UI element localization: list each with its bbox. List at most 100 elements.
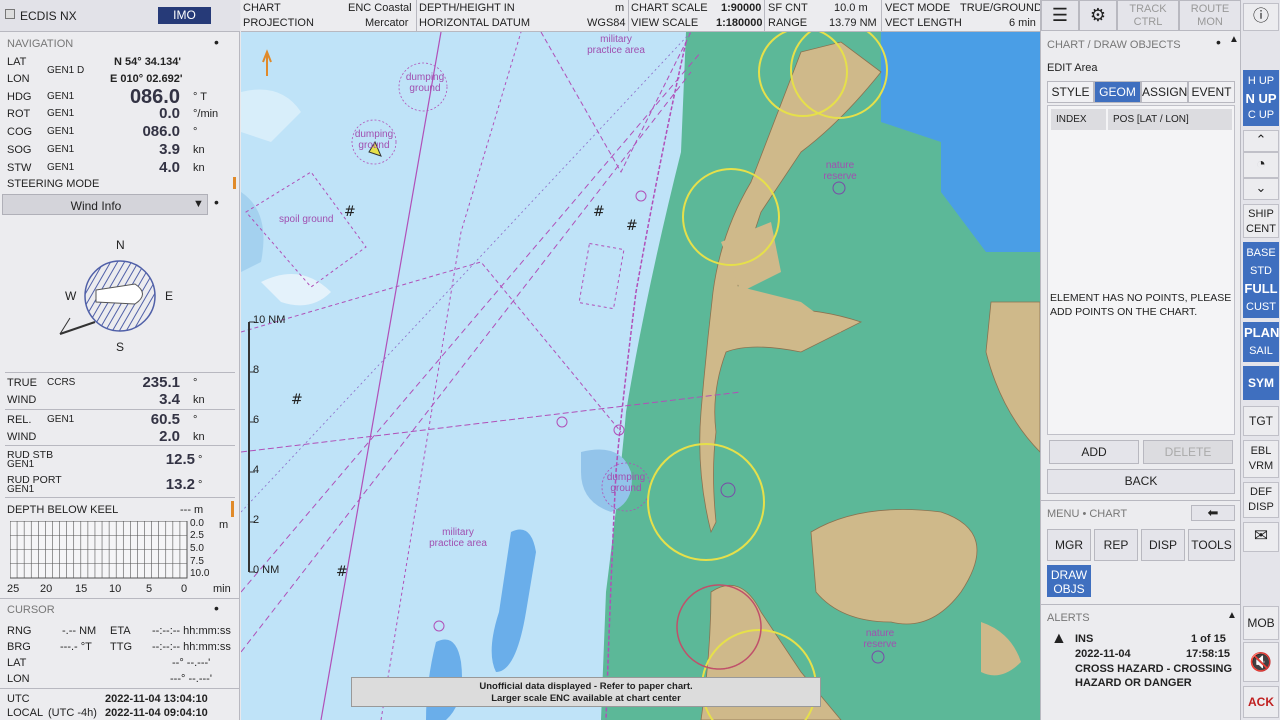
chart-info-bar: CHART ENC Coastal PROJECTION Mercator DE… (241, 0, 1042, 32)
chart-view[interactable]: # # # # # dumping ground dumping ground … (241, 32, 1040, 720)
rel-wind-dir: 60.5 (150, 411, 180, 428)
std-option[interactable]: STD (1244, 262, 1278, 280)
cursor-pin-icon[interactable]: • (214, 600, 219, 616)
military-area-label: military practice area (587, 34, 645, 56)
chevron-down-icon[interactable]: ⌄ (1243, 178, 1279, 200)
plan-sail-group[interactable]: PLAN SAIL (1243, 322, 1279, 362)
local-label: LOCAL (7, 707, 44, 719)
chart-label: CHART (243, 2, 281, 14)
scale-label: 10 NM (253, 314, 286, 326)
datum-label: HORIZONTAL DATUM (419, 17, 531, 29)
spoil-ground-label: spoil ground (279, 214, 334, 225)
tab-assign[interactable]: ASSIGN (1141, 81, 1188, 103)
mob-button[interactable]: MOB (1243, 606, 1279, 640)
vrm-label: VRM (1248, 460, 1274, 472)
sog-source: GEN1 (47, 144, 75, 155)
delete-button[interactable]: DELETE (1143, 440, 1233, 464)
depth-indicator (231, 501, 234, 517)
full-option[interactable]: FULL (1244, 280, 1278, 298)
route-mon-button[interactable]: ROUTE MON (1179, 0, 1241, 31)
wind-info-dropdown[interactable]: Wind Info ▼ (2, 194, 208, 215)
divider (1041, 500, 1241, 501)
range-label: RANGE (768, 17, 808, 29)
back-arrow-icon[interactable]: ⬅ (1191, 505, 1235, 521)
add-button[interactable]: ADD (1049, 440, 1139, 464)
scale-label: 6 (253, 414, 260, 426)
nav-pin-icon[interactable]: • (214, 34, 219, 50)
hdg-unit: ° T (193, 91, 207, 103)
info-icon[interactable]: ⓘ (1243, 3, 1279, 31)
h-up-option[interactable]: H UP (1244, 73, 1278, 90)
orientation-group[interactable]: H UP N UP C UP (1243, 70, 1279, 126)
back-button[interactable]: BACK (1047, 469, 1235, 494)
military-area-label: military practice area (429, 527, 487, 549)
ship-cent-button[interactable]: SHIP CENT (1243, 204, 1279, 238)
sym-button[interactable]: SYM (1243, 366, 1279, 400)
tab-event[interactable]: EVENT (1188, 81, 1235, 103)
utc-label: UTC (7, 693, 30, 705)
depth-y-tick: 7.5 (190, 556, 204, 567)
settings-gear-icon[interactable]: ⚙ (1079, 0, 1117, 31)
disp-button[interactable]: DISP (1141, 529, 1185, 561)
depth-x-unit: min (213, 583, 231, 595)
display-base-group[interactable]: BASE STD FULL CUST (1243, 242, 1279, 318)
draw-panel-title: CHART / DRAW OBJECTS (1047, 39, 1181, 51)
scale-label: 2 (253, 514, 260, 526)
mail-icon[interactable]: ✉ (1243, 522, 1279, 552)
cursor-title: CURSOR (7, 604, 55, 616)
divider (5, 409, 235, 410)
compass-icon[interactable]: ◔ (1243, 152, 1279, 178)
ack-button[interactable]: ACK (1243, 686, 1279, 718)
draw-objs-button[interactable]: DRAW OBJS (1047, 565, 1091, 597)
cust-option[interactable]: CUST (1244, 298, 1278, 316)
ebl-vrm-button[interactable]: EBL VRM (1243, 440, 1279, 478)
stw-value: 4.0 (159, 159, 180, 176)
imo-badge[interactable]: IMO (158, 7, 211, 24)
wind-info-label: Wind Info (70, 199, 122, 213)
notice-line1: Unofficial data displayed - Refer to pap… (479, 681, 693, 692)
track-ctrl-button[interactable]: TRACK CTRL (1117, 0, 1179, 31)
c-up-option[interactable]: C UP (1244, 107, 1278, 124)
dumping-ground-label: dumping ground (606, 472, 646, 494)
alert-line2: HAZARD OR DANGER (1075, 677, 1192, 689)
cursor-lat-value: --° --.---' (172, 657, 211, 669)
depth-height-label: DEPTH/HEIGHT IN (419, 2, 515, 14)
depth-x-tick: 20 (40, 583, 53, 595)
sail-option[interactable]: SAIL (1244, 342, 1278, 360)
wind-pin-icon[interactable]: • (214, 194, 219, 210)
draw-panel-subtitle: EDIT Area (1047, 62, 1098, 74)
svg-text:#: # (593, 204, 605, 220)
chevron-up-icon[interactable]: ⌃ (1243, 130, 1279, 152)
svg-text:#: # (626, 218, 638, 234)
stw-label: STW (7, 162, 32, 174)
unofficial-data-notice: Unofficial data displayed - Refer to pap… (351, 677, 821, 707)
panel-pin-icon[interactable]: • (1216, 34, 1221, 50)
menu-icon[interactable]: ☰ (1041, 0, 1079, 31)
tools-button[interactable]: TOOLS (1188, 529, 1235, 561)
nature-reserve-label: nature reserve (863, 628, 897, 650)
tab-style[interactable]: STYLE (1047, 81, 1094, 103)
true-wind-label: WIND (7, 394, 37, 406)
n-up-option[interactable]: N UP (1244, 90, 1278, 107)
col-pos: POS [LAT / LON] (1108, 109, 1232, 130)
def-disp-button[interactable]: DEF DISP (1243, 482, 1279, 518)
compass-n: N (116, 238, 125, 252)
rot-unit: °/min (193, 108, 219, 120)
rud-port-value: 13.2 (165, 476, 195, 493)
right-panel: ☰ ⚙ TRACK CTRL ROUTE MON CHART / DRAW OB… (1040, 0, 1241, 720)
tab-geom[interactable]: GEOM (1094, 81, 1141, 103)
plan-option[interactable]: PLAN (1244, 324, 1279, 342)
mgr-button[interactable]: MGR (1047, 529, 1091, 561)
depth-value: --- m (180, 504, 204, 516)
rep-button[interactable]: REP (1094, 529, 1138, 561)
brg-value: ---.- °T (60, 641, 92, 653)
depth-y-tick: 5.0 (190, 543, 204, 554)
mute-icon[interactable]: 🔇 (1243, 642, 1279, 682)
alerts-collapse-icon[interactable]: ▲ (1227, 610, 1237, 621)
tgt-button[interactable]: TGT (1243, 406, 1279, 436)
base-option[interactable]: BASE (1244, 244, 1278, 262)
panel-collapse-icon[interactable]: ▲ (1229, 34, 1239, 45)
projection-label: PROJECTION (243, 17, 314, 29)
warning-icon: ▲ (1051, 630, 1067, 647)
stw-source: GEN1 (47, 162, 75, 173)
